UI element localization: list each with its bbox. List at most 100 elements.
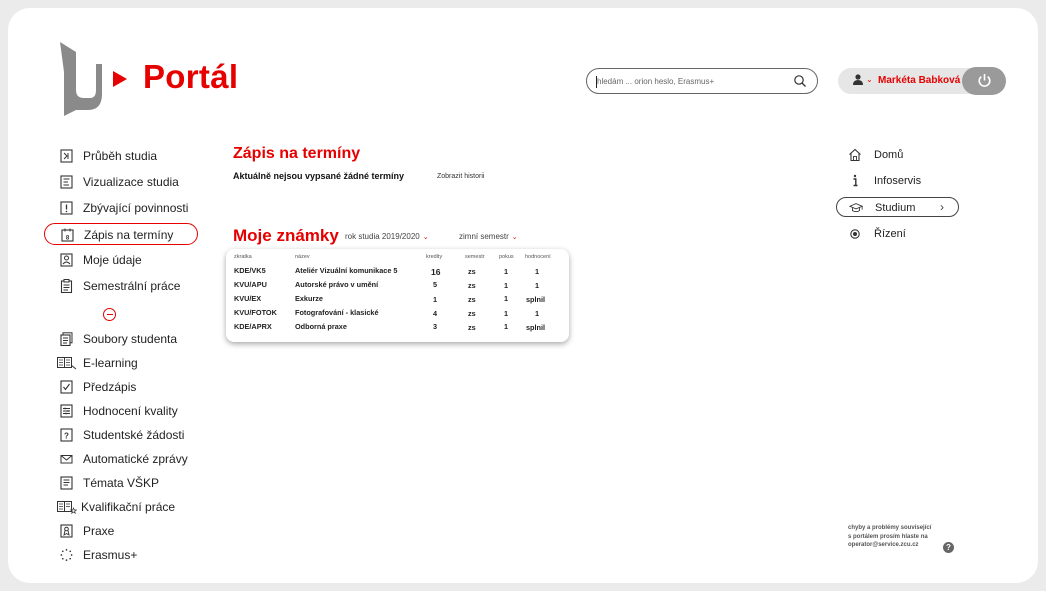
user-menu[interactable]: ⌄ Markéta Babková xyxy=(838,68,971,94)
cell-grade: 1 xyxy=(535,267,540,276)
sidebar-item-prubeh-studia[interactable]: Průběh studia xyxy=(44,145,198,167)
support-note-line: s portálem prosím hlaste na xyxy=(848,533,928,540)
grades-title: Moje známky xyxy=(233,226,339,245)
mail-icon xyxy=(60,455,73,464)
sidebar-item-label: Průběh studia xyxy=(83,149,158,163)
cell-name: Ateliér Vizuální komunikace 5 xyxy=(295,266,398,275)
nav-item-label: Domů xyxy=(874,149,904,161)
brand-title[interactable]: Portál xyxy=(143,58,238,96)
sidebar-item-temata-vskp[interactable]: Témata VŠKP xyxy=(44,472,198,494)
sidebar-item-kvalifikacni-prace[interactable]: Kvalifikační práce xyxy=(44,496,198,518)
sidebar-item-label: Praxe xyxy=(83,524,115,538)
cell-semester: zs xyxy=(468,267,476,276)
sidebar-item-erasmus[interactable]: Erasmus+ xyxy=(44,544,198,566)
cell-code: KVU/FOTOK xyxy=(234,308,277,317)
cell-credits: 5 xyxy=(433,280,438,289)
cell-semester: zs xyxy=(468,295,476,304)
power-icon xyxy=(978,74,991,87)
elearning-icon xyxy=(57,357,77,370)
sidebar-item-label: Kvalifikační práce xyxy=(81,500,176,514)
sidebar-item-label: Vizualizace studia xyxy=(83,175,179,189)
sidebar-item-soubory-studenta[interactable]: Soubory studenta xyxy=(44,328,198,350)
cell-credits: 1 xyxy=(433,295,438,304)
sidebar-item-automaticke-zpravy[interactable]: Automatické zprávy xyxy=(44,448,198,470)
exclamation-box-icon xyxy=(60,201,73,215)
sidebar-item-predzapis[interactable]: Předzápis xyxy=(44,376,198,398)
cell-credits: 16 xyxy=(431,267,441,277)
sidebar-item-label: Předzápis xyxy=(83,380,137,394)
no-terms-message: Aktuálně nejsou vypsané žádné termíny xyxy=(233,171,405,181)
cell-attempt: 1 xyxy=(504,267,509,276)
sidebar-item-zbyvajici-povinnosti[interactable]: Zbývající povinnosti xyxy=(44,197,198,219)
nav-item-label: Řízení xyxy=(874,228,906,240)
cell-code: KVU/APU xyxy=(234,280,267,289)
table-row: KVU/FOTOK Fotografování - klasické 4 zs … xyxy=(226,308,569,320)
nav-item-label: Studium xyxy=(875,202,916,214)
column-header: název xyxy=(295,254,310,260)
cell-attempt: 1 xyxy=(504,322,509,331)
show-history-link[interactable]: Zobrazit historii xyxy=(437,173,484,180)
chevron-down-icon: ⌄ xyxy=(511,234,518,241)
calendar-icon: 8 xyxy=(61,228,74,242)
support-note: chyby a problémy související s portálem … xyxy=(848,524,931,550)
search-input[interactable] xyxy=(597,74,787,89)
cell-grade: splnil xyxy=(526,323,546,332)
clipboard-icon xyxy=(60,279,73,293)
sidebar-item-e-learning[interactable]: E-learning xyxy=(44,352,198,374)
cell-semester: zs xyxy=(468,309,476,318)
nav-item-infoservis[interactable]: Infoservis xyxy=(836,171,956,191)
collapse-minus-button[interactable] xyxy=(103,308,116,321)
graduation-cap-icon xyxy=(849,203,863,213)
home-icon xyxy=(849,148,861,162)
cell-attempt: 1 xyxy=(504,281,509,290)
university-logo xyxy=(60,42,102,116)
sidebar-item-moje-udaje[interactable]: Moje údaje xyxy=(44,249,198,271)
checklist-icon xyxy=(60,380,73,394)
thesis-icon xyxy=(57,501,77,514)
search-box[interactable] xyxy=(586,68,818,94)
cell-credits: 3 xyxy=(433,322,438,331)
cell-attempt: 1 xyxy=(504,294,509,303)
user-icon xyxy=(853,74,863,85)
sidebar-item-vizualizace-studia[interactable]: Vizualizace studia xyxy=(44,171,198,193)
sidebar-item-semestralni-prace[interactable]: Semestrální práce xyxy=(44,275,198,297)
cell-code: KVU/EX xyxy=(234,294,262,303)
table-row: KDE/APRX Odborná praxe 3 zs 1 splnil xyxy=(226,322,569,334)
column-header: hodnocení xyxy=(525,254,551,260)
cell-grade: 1 xyxy=(535,281,540,290)
logout-button[interactable] xyxy=(962,67,1006,95)
sidebar-item-studentske-zadosti[interactable]: ? Studentské žádosti xyxy=(44,424,198,446)
table-row: KVU/APU Autorské právo v umění 5 zs 1 1 xyxy=(226,280,569,292)
nav-item-domu[interactable]: Domů xyxy=(836,145,956,165)
cell-code: KDE/VK5 xyxy=(234,266,266,275)
sidebar-item-zapis-na-terminy[interactable]: 8 Zápis na termíny xyxy=(44,223,198,245)
cell-name: Fotografování - klasické xyxy=(295,308,379,317)
cell-semester: zs xyxy=(468,281,476,290)
user-name[interactable]: Markéta Babková xyxy=(878,75,960,86)
sidebar-item-praxe[interactable]: Praxe xyxy=(44,520,198,542)
visualization-icon xyxy=(60,175,73,189)
cell-name: Odborná praxe xyxy=(295,322,347,331)
question-box-icon: ? xyxy=(60,428,73,442)
sidebar-item-label: Hodnocení kvality xyxy=(83,404,178,418)
support-email[interactable]: operator@service.zcu.cz xyxy=(848,541,931,550)
column-header: kredity xyxy=(426,254,443,260)
cell-name: Exkurze xyxy=(295,294,323,303)
sidebar-item-label: E-learning xyxy=(83,356,138,370)
search-icon[interactable] xyxy=(793,74,807,88)
progress-icon xyxy=(60,149,73,163)
nav-item-studium[interactable]: Studium › xyxy=(836,197,959,217)
cell-semester: zs xyxy=(468,323,476,332)
sidebar-item-label: Automatické zprávy xyxy=(83,452,188,466)
semester-filter-dropdown[interactable]: zimní semestr ⌄ xyxy=(459,232,518,241)
nav-item-rizeni[interactable]: Řízení xyxy=(836,224,956,244)
practice-icon xyxy=(60,524,73,538)
year-filter-dropdown[interactable]: rok studia 2019/2020 ⌄ xyxy=(345,232,429,241)
cell-grade: 1 xyxy=(535,309,540,318)
topics-icon xyxy=(60,476,73,490)
nav-item-label: Infoservis xyxy=(874,175,922,187)
sidebar-item-hodnoceni-kvality[interactable]: Hodnocení kvality xyxy=(44,400,198,422)
chevron-right-icon: › xyxy=(940,200,944,214)
help-icon[interactable]: ? xyxy=(943,542,954,553)
id-card-icon xyxy=(60,253,73,267)
